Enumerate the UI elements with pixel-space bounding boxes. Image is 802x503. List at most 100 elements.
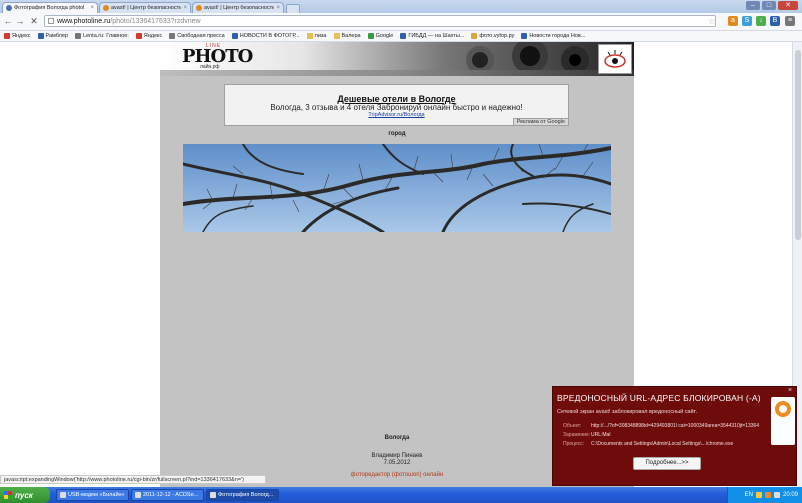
download-extension-icon[interactable]: ↓ bbox=[756, 16, 766, 26]
row-value: URL:Mal bbox=[591, 432, 611, 438]
start-button[interactable]: пуск bbox=[0, 487, 50, 503]
tab-avast-1[interactable]: avast! | Центр безопасности × bbox=[99, 2, 191, 13]
taskbar-item-chrome[interactable]: Фотография Вологд... bbox=[206, 489, 279, 501]
row-key: Объект: bbox=[563, 423, 582, 429]
bookmark-label: Google bbox=[375, 33, 394, 39]
stop-icon[interactable]: ✕ bbox=[29, 16, 39, 26]
forward-arrow-icon[interactable]: → bbox=[15, 16, 25, 26]
tab-close-icon[interactable]: × bbox=[276, 5, 280, 11]
bookmark-label: лиза bbox=[314, 33, 327, 39]
alert-row-infection: Заражение:URL:Mal bbox=[563, 432, 610, 438]
bookmark-yandex-2[interactable]: Яндекс bbox=[135, 33, 163, 39]
bookmark-gibdd[interactable]: ГИБДД — на Шахты... bbox=[400, 33, 464, 39]
bookmark-label: НОВОСТИ В ФОТОГР... bbox=[239, 33, 300, 39]
windows-taskbar: пуск USB-модем «Билайн» 2011-12-12 - ACD… bbox=[0, 487, 802, 503]
taskbar-item-label: 2011-12-12 - ACDSe... bbox=[143, 492, 199, 498]
yandex-icon bbox=[135, 33, 142, 39]
bookmark-folder-liza[interactable]: лиза bbox=[306, 33, 327, 39]
tab-avast-2[interactable]: avast! | Центр безопасности × bbox=[192, 2, 284, 13]
city-news-icon bbox=[521, 33, 528, 39]
taskbar-item-label: USB-модем «Билайн» bbox=[68, 492, 125, 498]
folder-icon bbox=[333, 33, 340, 39]
windows-flag-icon bbox=[4, 491, 12, 499]
tab-label: Фотография Вологда photol bbox=[14, 5, 85, 11]
bookmark-label: Яндекс bbox=[143, 33, 163, 39]
language-indicator[interactable]: EN bbox=[745, 492, 753, 498]
bookmark-label: Яндекс bbox=[12, 33, 31, 39]
back-arrow-icon[interactable]: ← bbox=[3, 16, 13, 26]
bookmark-city-news[interactable]: Новости города Нов... bbox=[521, 33, 585, 39]
bookmark-label: Новости города Нов... bbox=[529, 33, 586, 39]
photo-title: город bbox=[388, 131, 406, 137]
eye-icon bbox=[604, 50, 626, 68]
maximize-button[interactable]: □ bbox=[762, 1, 776, 10]
row-key: Процесс: bbox=[563, 441, 585, 447]
folder-icon bbox=[306, 33, 313, 39]
volume-icon[interactable] bbox=[773, 492, 780, 498]
header-film-strip bbox=[160, 70, 634, 76]
network-icon[interactable] bbox=[755, 492, 762, 498]
taskbar-item-acdsee[interactable]: 2011-12-12 - ACDSe... bbox=[131, 489, 204, 501]
bookmarks-bar: Яндекс Рамблер Lenta.ru: Главное: Яндекс… bbox=[0, 31, 802, 42]
system-tray: EN 20:09 bbox=[727, 487, 802, 503]
page-icon bbox=[48, 18, 54, 24]
avast-tray-icon[interactable] bbox=[764, 492, 771, 498]
window-controls: – □ ✕ bbox=[746, 1, 798, 10]
browser-toolbar: ← → ✕ www.photoline.ru/photo/1336417633?… bbox=[0, 13, 802, 31]
tab-close-icon[interactable]: × bbox=[90, 5, 94, 11]
bookmark-label: Валера bbox=[341, 33, 361, 39]
minimize-button[interactable]: – bbox=[746, 1, 760, 10]
avast-favicon-icon bbox=[196, 5, 202, 11]
close-icon[interactable]: × bbox=[788, 387, 792, 394]
bookmark-label: фото.vуtор.ру bbox=[479, 33, 515, 39]
star-icon[interactable]: ☆ bbox=[707, 17, 717, 27]
taskbar-item-usb-modem[interactable]: USB-модем «Билайн» bbox=[56, 489, 129, 501]
wrench-menu-icon[interactable]: ≡ bbox=[785, 16, 795, 26]
scrollbar-thumb[interactable] bbox=[795, 50, 801, 240]
bookmark-rambler[interactable]: Рамблер bbox=[37, 33, 69, 39]
taskbar-item-label: Фотография Вологд... bbox=[218, 492, 274, 498]
news-icon bbox=[231, 33, 238, 39]
avast-favicon-icon bbox=[103, 5, 109, 11]
vk-extension-icon[interactable]: B bbox=[770, 16, 780, 26]
alert-message: Сетевой экран avast! заблокировал вредон… bbox=[557, 409, 697, 415]
clock: 20:09 bbox=[782, 492, 798, 498]
site-header: LINE PHOTO лайн.рф bbox=[160, 42, 634, 76]
url-host: www.photoline.ru bbox=[57, 17, 111, 25]
bookmark-foto[interactable]: фото.vуtор.ру bbox=[471, 33, 514, 39]
press-icon bbox=[169, 33, 176, 39]
bookmark-folder-valera[interactable]: Валера bbox=[333, 33, 361, 39]
ads-by-google-label[interactable]: Реклама от Google bbox=[512, 118, 568, 125]
bookmark-yandex[interactable]: Яндекс bbox=[4, 33, 31, 39]
lenta-icon bbox=[75, 33, 81, 39]
bookmark-lenta[interactable]: Lenta.ru: Главное: bbox=[75, 33, 129, 39]
photo-icon bbox=[471, 33, 478, 39]
alert-row-object: Объект: http://.../?of=308348898id=429493… bbox=[563, 423, 759, 429]
acdsee-icon bbox=[135, 492, 141, 498]
close-window-button[interactable]: ✕ bbox=[778, 1, 798, 10]
skype-extension-icon[interactable]: S bbox=[742, 16, 752, 26]
avast-extension-icon[interactable]: a bbox=[728, 16, 738, 26]
photoline-favicon-icon bbox=[6, 5, 12, 11]
bookmark-google[interactable]: Google bbox=[367, 33, 394, 39]
ad-description: Вологда, 3 отзыва и 4 отеля Забронируй о… bbox=[270, 103, 523, 112]
bookmark-news-photo[interactable]: НОВОСТИ В ФОТОГР... bbox=[231, 33, 300, 39]
alert-heading: ВРЕДОНОСНЫЙ URL-АДРЕС БЛОКИРОВАН (-А) bbox=[557, 393, 761, 403]
tree-photo[interactable] bbox=[183, 144, 611, 232]
row-value: http://.../?of=308348898id=429493801l ca… bbox=[591, 423, 760, 429]
tab-photoline[interactable]: Фотография Вологда photol × bbox=[2, 2, 98, 13]
bookmark-svpressa[interactable]: Свободная пресса bbox=[169, 33, 225, 39]
bookmark-label: Рамблер bbox=[45, 33, 69, 39]
avast-logo-icon bbox=[771, 397, 795, 445]
eye-logo-icon[interactable] bbox=[598, 44, 632, 74]
gibdd-icon bbox=[400, 33, 407, 39]
status-bar: javascript:expandingWindow('http://www.p… bbox=[0, 475, 266, 484]
row-key: Заражение: bbox=[563, 432, 591, 438]
tab-close-icon[interactable]: × bbox=[183, 5, 187, 11]
alert-row-process: Процесс: C:\Documents and Settings\Admin\… bbox=[563, 441, 733, 447]
modem-icon bbox=[60, 492, 66, 498]
details-button[interactable]: Подробнее...>> bbox=[633, 457, 701, 470]
address-bar[interactable]: www.photoline.ru/photo/1336417633?rzdvne… bbox=[44, 15, 716, 27]
row-value: C:\Documents and Settings\Admin\Local Se… bbox=[591, 441, 734, 447]
chrome-icon bbox=[210, 492, 216, 498]
